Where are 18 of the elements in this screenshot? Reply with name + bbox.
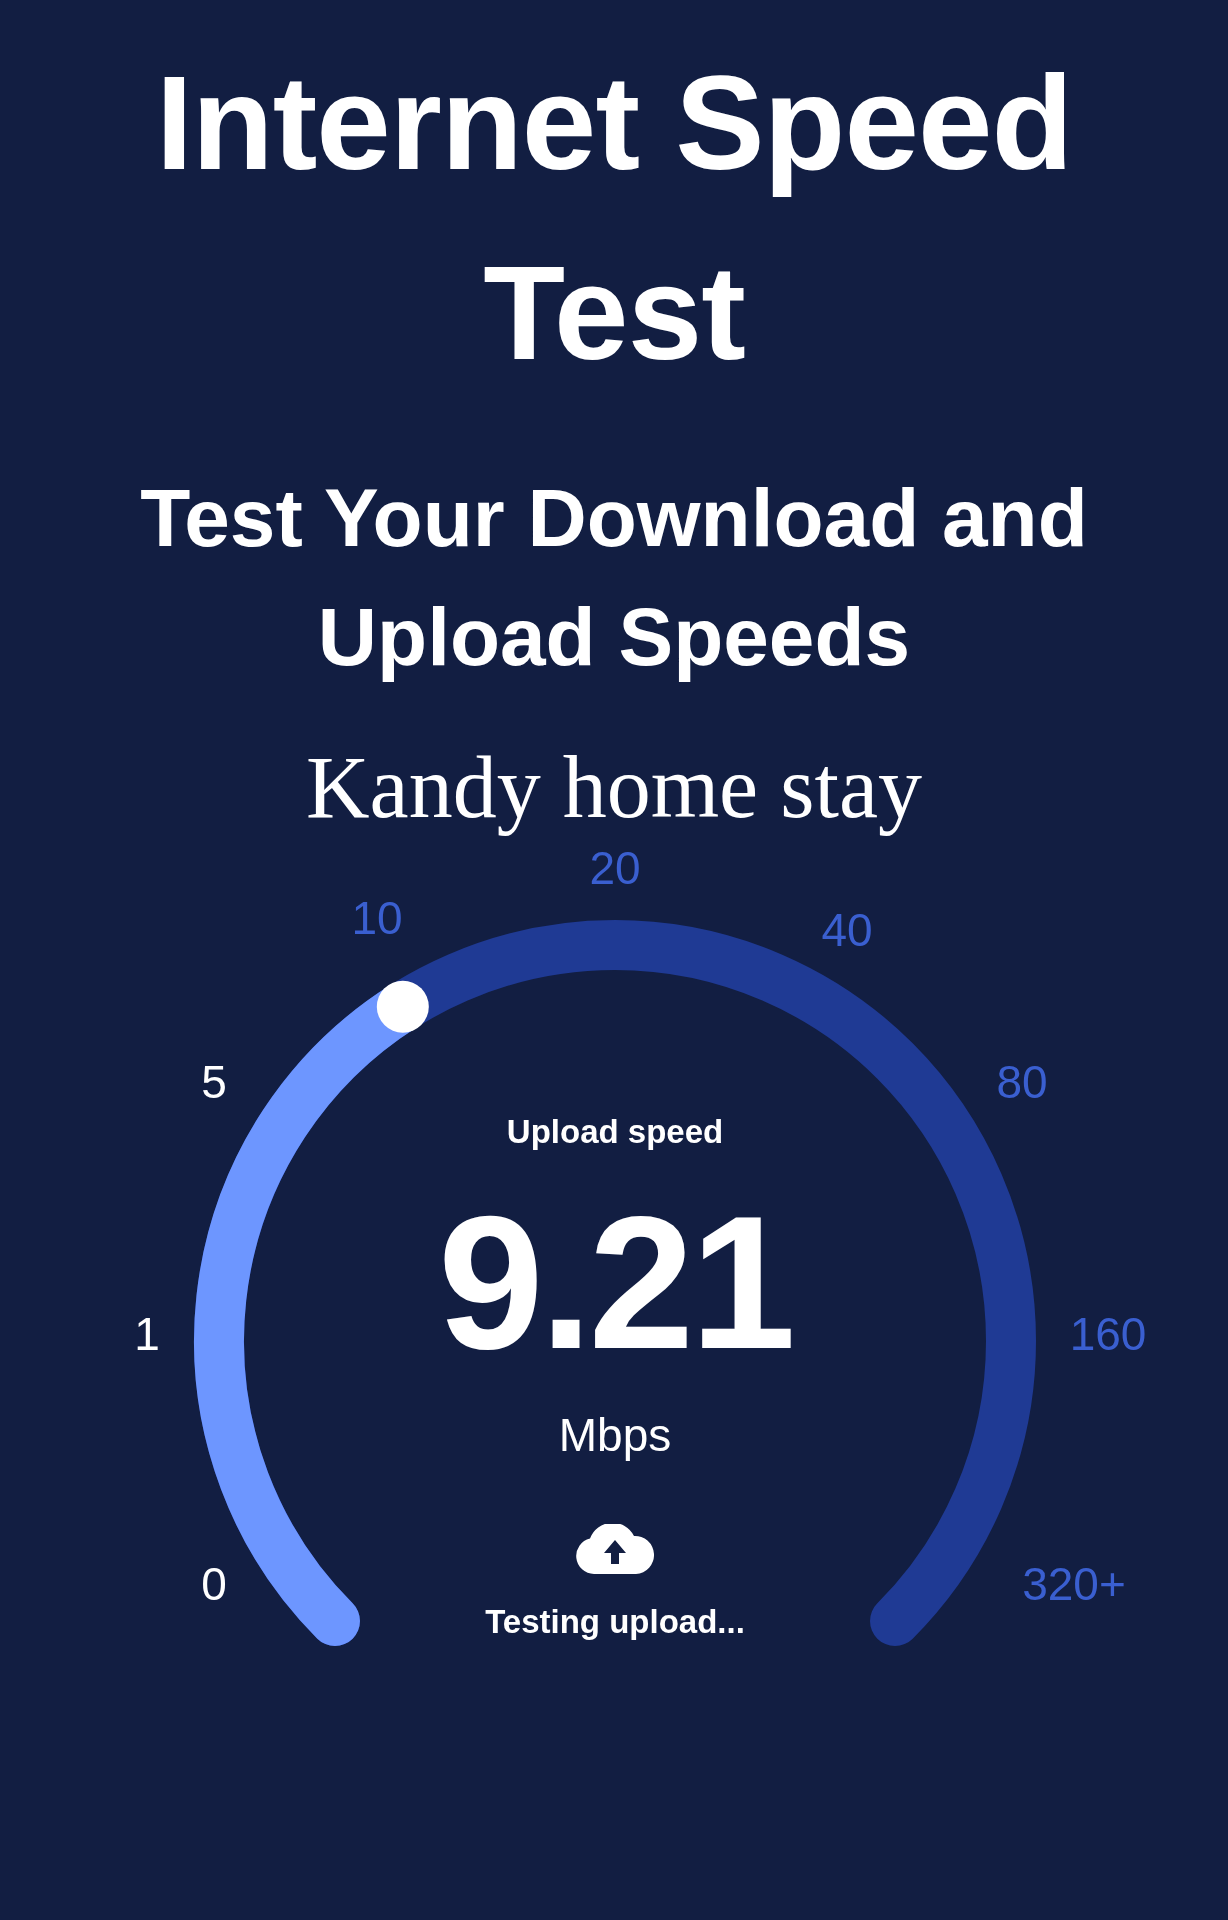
scale-label: 80 — [996, 1056, 1048, 1108]
cloud-upload-icon — [576, 1524, 654, 1574]
scale-label: 160 — [1069, 1308, 1147, 1360]
scale-label: 1 — [134, 1308, 160, 1360]
status-text: Testing upload... — [485, 1603, 745, 1641]
subtitle: Test Your Download and Upload Speeds — [139, 471, 1089, 684]
scale-label: 5 — [201, 1056, 227, 1108]
speed-value: 9.21 — [438, 1182, 792, 1382]
scale-label: 40 — [821, 904, 873, 956]
speed-unit: Mbps — [558, 1408, 672, 1462]
page-title: Internet Speed Test — [154, 47, 1074, 389]
gauge-needle-knob — [376, 980, 429, 1033]
location-name: Kandy home stay — [306, 738, 922, 838]
speed-caption: Upload speed — [506, 1113, 724, 1151]
scale-label: 10 — [351, 892, 403, 944]
scale-label: 0 — [201, 1558, 227, 1610]
scale-label: 20 — [589, 842, 641, 894]
scale-label: 320+ — [1022, 1558, 1126, 1610]
